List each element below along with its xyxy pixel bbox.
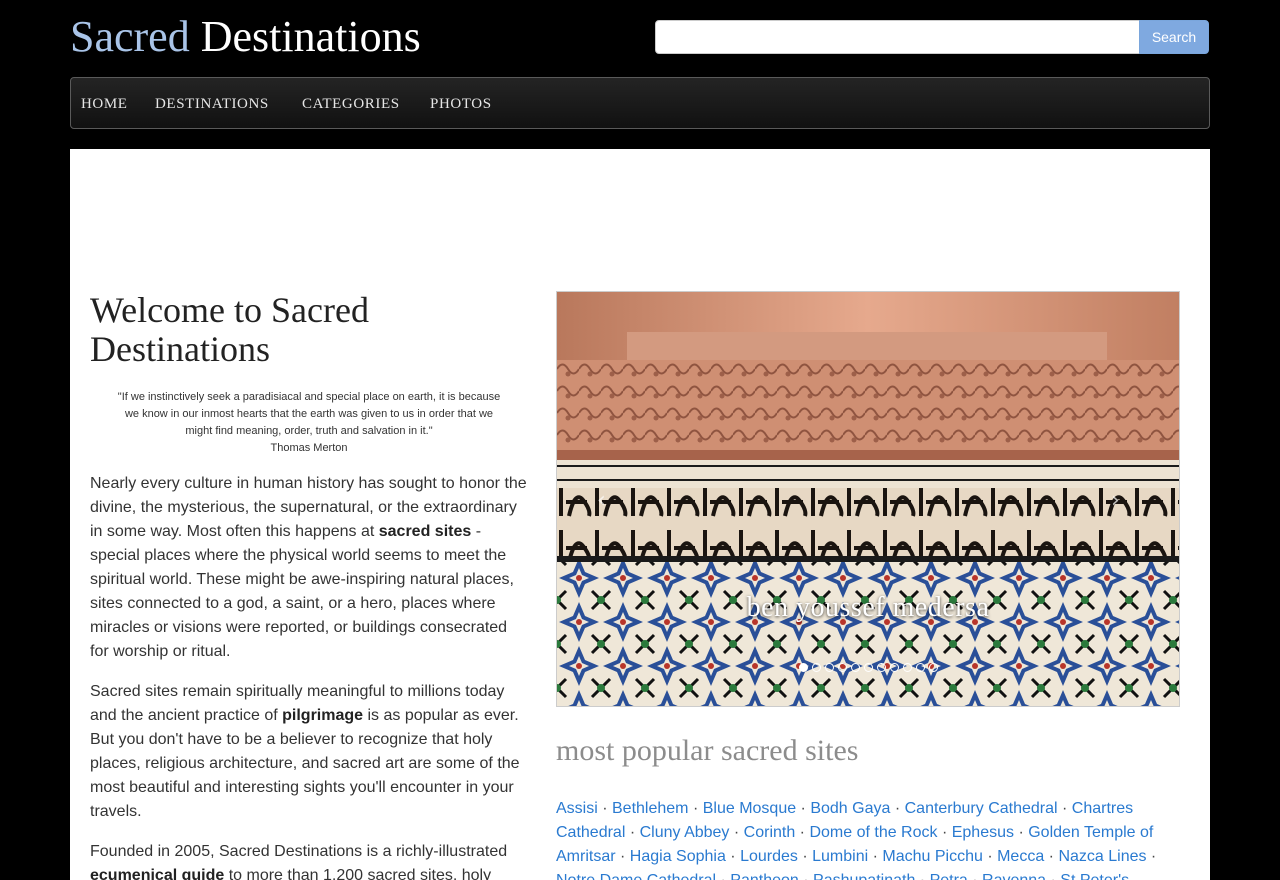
carousel-indicator[interactable] <box>889 663 899 672</box>
site-link[interactable]: Pantheon <box>730 872 799 880</box>
main-content: Welcome to Sacred Destinations "If we in… <box>70 149 1210 880</box>
main-nav: HOME DESTINATIONS CATEGORIES PHOTOS <box>70 77 1210 129</box>
list-separator: · <box>1057 800 1072 817</box>
list-separator: · <box>799 872 813 880</box>
site-link[interactable]: Bodh Gaya <box>810 800 890 817</box>
carousel-indicators <box>557 663 1179 672</box>
carousel-next-icon[interactable]: › <box>1111 488 1120 513</box>
list-separator: · <box>797 848 813 865</box>
nav-home[interactable]: HOME <box>81 95 128 113</box>
intro-paragraph: Nearly every culture in human history ha… <box>90 472 528 664</box>
quote-author: Thomas Merton <box>270 442 348 454</box>
nav-destinations[interactable]: DESTINATIONS <box>155 95 269 113</box>
site-link[interactable]: Lumbini <box>812 848 868 865</box>
list-separator: · <box>937 824 952 841</box>
site-logo[interactable]: Sacred Destinations <box>70 12 421 62</box>
intro-text-2: - special places where the physical worl… <box>90 523 514 660</box>
site-link[interactable]: Hagia Sophia <box>630 848 726 865</box>
list-separator: · <box>982 848 998 865</box>
list-separator: · <box>968 872 982 880</box>
carousel-indicator[interactable] <box>850 663 860 672</box>
list-separator: · <box>1044 848 1059 865</box>
site-link[interactable]: St Peter's <box>1060 872 1129 880</box>
carousel-slide-image <box>557 292 1179 706</box>
site-link[interactable]: Ravenna <box>982 872 1046 880</box>
list-separator: · <box>890 800 905 817</box>
site-link[interactable]: Pashupatinath <box>813 872 915 880</box>
ecumenical-guide-link[interactable]: ecumenical guide <box>90 867 224 880</box>
list-separator: · <box>1014 824 1029 841</box>
site-link[interactable]: Machu Picchu <box>882 848 983 865</box>
quote-text: "If we instinctively seek a paradisiacal… <box>117 391 501 437</box>
list-separator: · <box>716 872 730 880</box>
search-input[interactable] <box>655 20 1140 54</box>
carousel-indicator[interactable] <box>915 663 925 672</box>
nav-categories[interactable]: CATEGORIES <box>302 95 400 113</box>
carousel-indicator[interactable] <box>902 663 912 672</box>
page-title: Welcome to Sacred Destinations <box>90 290 369 369</box>
list-separator: · <box>688 800 703 817</box>
carousel-caption: ben youssef medersa <box>746 592 990 623</box>
search-button[interactable]: Search <box>1139 20 1209 54</box>
site-link[interactable]: Dome of the Rock <box>809 824 937 841</box>
popular-sites-heading: most popular sacred sites <box>556 734 859 767</box>
site-link[interactable]: Mecca <box>997 848 1044 865</box>
carousel-indicator[interactable] <box>876 663 886 672</box>
site-link[interactable]: Bethlehem <box>612 800 689 817</box>
site-link[interactable]: Petra <box>930 872 968 880</box>
carousel-indicator[interactable] <box>928 663 938 672</box>
founded-text-2: to more than 1,200 sacred sites, holy <box>224 867 492 880</box>
list-separator: · <box>868 848 883 865</box>
carousel-prev-icon[interactable]: ‹ <box>597 488 606 513</box>
site-link[interactable]: Cluny Abbey <box>640 824 730 841</box>
nav-photos[interactable]: PHOTOS <box>430 95 492 113</box>
list-separator: · <box>915 872 929 880</box>
epigraph-quote: "If we instinctively seek a paradisiacal… <box>116 389 502 457</box>
founded-paragraph: Founded in 2005, Sacred Destinations is … <box>90 840 528 880</box>
carousel-indicator[interactable] <box>837 663 847 672</box>
site-link[interactable]: Corinth <box>744 824 796 841</box>
logo-word-destinations: Destinations <box>200 12 421 61</box>
list-separator: · <box>725 848 741 865</box>
pilgrimage-paragraph: Sacred sites remain spiritually meaningf… <box>90 680 528 824</box>
site-link[interactable]: Notre Dame Cathedral <box>556 872 716 880</box>
site-link[interactable]: Ephesus <box>952 824 1014 841</box>
site-link[interactable]: Assisi <box>556 800 598 817</box>
carousel-indicator[interactable] <box>811 663 821 672</box>
photo-carousel[interactable]: ‹ › ben youssef medersa <box>556 291 1180 707</box>
carousel-indicator[interactable] <box>863 663 873 672</box>
list-separator: · <box>1046 872 1060 880</box>
site-link[interactable]: Blue Mosque <box>703 800 796 817</box>
popular-sites-list: Assisi · Bethlehem · Blue Mosque · Bodh … <box>556 797 1166 880</box>
intro-bold-sacred-sites: sacred sites <box>378 523 472 540</box>
site-link[interactable]: Nazca Lines <box>1058 848 1146 865</box>
founded-text-1: Founded in 2005, Sacred Destinations is … <box>90 843 508 860</box>
list-separator: · <box>729 824 744 841</box>
list-separator: · <box>615 848 630 865</box>
list-separator: · <box>625 824 640 841</box>
list-separator: · <box>796 800 811 817</box>
list-separator: · <box>597 800 612 817</box>
site-link[interactable]: Lourdes <box>740 848 798 865</box>
list-separator: · <box>1146 848 1157 865</box>
carousel-indicator[interactable] <box>824 663 834 672</box>
list-separator: · <box>795 824 810 841</box>
carousel-indicator[interactable] <box>798 663 808 672</box>
pilgrimage-bold: pilgrimage <box>282 707 364 724</box>
logo-word-sacred: Sacred <box>70 12 190 61</box>
site-link[interactable]: Canterbury Cathedral <box>905 800 1058 817</box>
